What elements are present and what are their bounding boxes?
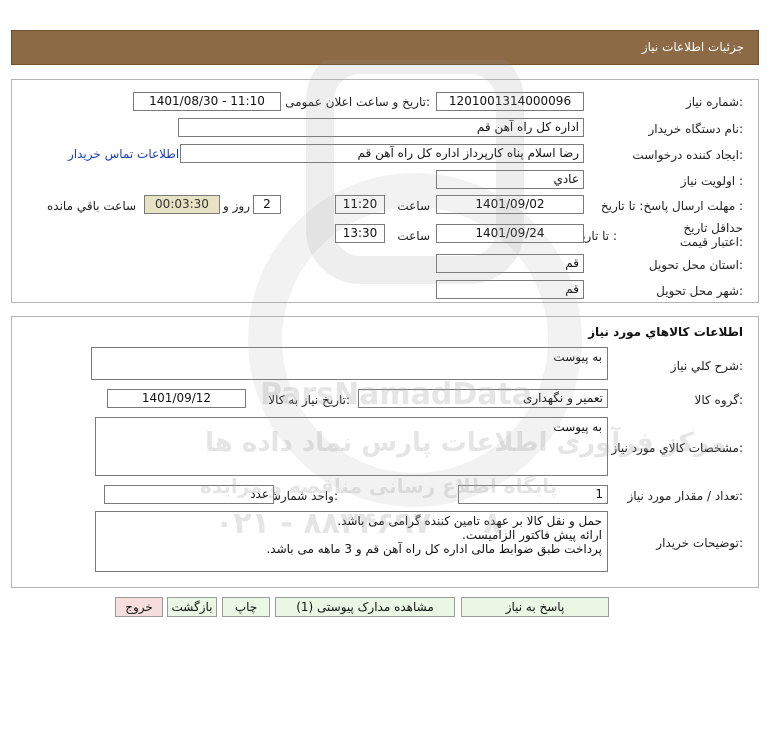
province-label: استان محل تحویل: [648, 258, 743, 272]
goods-group-label: گروه کالا: [694, 393, 744, 407]
announce-date-label: تاریخ و ساعت اعلان عمومی: [285, 95, 430, 109]
deadline-time-field: 11:20 [335, 195, 385, 214]
buyer-notes-label: توضیحات خریدار: [656, 536, 743, 550]
city-label: شهر محل تحویل: [656, 284, 743, 298]
validity-time-field: 13:30 [335, 224, 385, 243]
deadline-date-field: 1401/09/02 [436, 195, 584, 214]
page-header: جزئیات اطلاعات نیاز [11, 30, 759, 65]
buyer-contact-link[interactable]: اطلاعات تماس خریدار [68, 147, 179, 161]
buyer-notes-line: ارائه پیش فاکتور الزامیست. [462, 528, 602, 542]
view-attachments-button[interactable]: مشاهده مدارک پیوستی (1) [275, 597, 455, 617]
spec-field: به پیوست [95, 417, 608, 476]
announce-date-field: 1401/08/30 - 11:10 [133, 92, 281, 111]
province-field: قم [436, 254, 584, 273]
buyer-notes-field: حمل و نقل کالا بر عهده تامین کننده گرامی… [95, 511, 608, 572]
print-button[interactable]: چاپ [222, 597, 270, 617]
days-remaining-field: 2 [253, 195, 281, 214]
goods-group-field: تعمیر و نگهداری [358, 389, 608, 408]
city-field: قم [436, 280, 584, 299]
validity-label: حداقل تاریخ اعتبار قیمت: [679, 221, 743, 249]
deadline-label: مهلت ارسال پاسخ: تا تاریخ : [600, 199, 743, 213]
days-label: روز و [223, 199, 250, 213]
remaining-time-field: 00:03:30 [144, 195, 220, 214]
buyer-notes-line: حمل و نقل کالا بر عهده تامین کننده گرامی… [337, 514, 602, 528]
reply-to-need-button[interactable]: پاسخ به نیاز [461, 597, 609, 617]
creator-field: رضا اسلام پناه کارپرداز اداره کل راه آهن… [180, 144, 584, 163]
creator-label: ایجاد کننده درخواست: [632, 148, 743, 162]
need-date-label: تاریخ نیاز به کالا: [268, 393, 350, 407]
summary-label: شرح كلي نياز: [670, 359, 743, 373]
unit-field: عدد [104, 485, 274, 504]
goods-section-title: اطلاعات کالاهاي مورد نياز [588, 325, 743, 339]
back-button[interactable]: بازگشت [167, 597, 217, 617]
buyer-field: اداره کل راه آهن قم [178, 118, 584, 137]
summary-field: به پیوست [91, 347, 608, 380]
quantity-label: تعداد / مقدار مورد نیاز: [627, 489, 743, 503]
need-info-panel [11, 79, 759, 303]
buyer-notes-line: پرداخت طبق ضوابط مالی اداره کل راه آهن ق… [266, 542, 602, 556]
priority-label: اولویت نیاز : [680, 174, 743, 188]
unit-label: واحد شمارش: [266, 489, 338, 503]
validity-time-label: ساعت [397, 229, 430, 243]
page-title: جزئیات اطلاعات نیاز [641, 40, 744, 54]
validity-date-field: 1401/09/24 [436, 224, 584, 243]
priority-field: عادي [436, 170, 584, 189]
remaining-time-label: ساعت باقي مانده [47, 199, 137, 213]
need-number-label: شماره نیاز: [685, 95, 743, 109]
spec-label: مشخصات کالاي مورد نياز: [611, 441, 743, 455]
deadline-time-label: ساعت [397, 199, 430, 213]
exit-button[interactable]: خروج [115, 597, 163, 617]
quantity-field: 1 [458, 485, 608, 504]
need-date-field: 1401/09/12 [107, 389, 246, 408]
buyer-label: نام دستگاه خریدار: [648, 122, 744, 136]
need-number-field: 1201001314000096 [436, 92, 584, 111]
